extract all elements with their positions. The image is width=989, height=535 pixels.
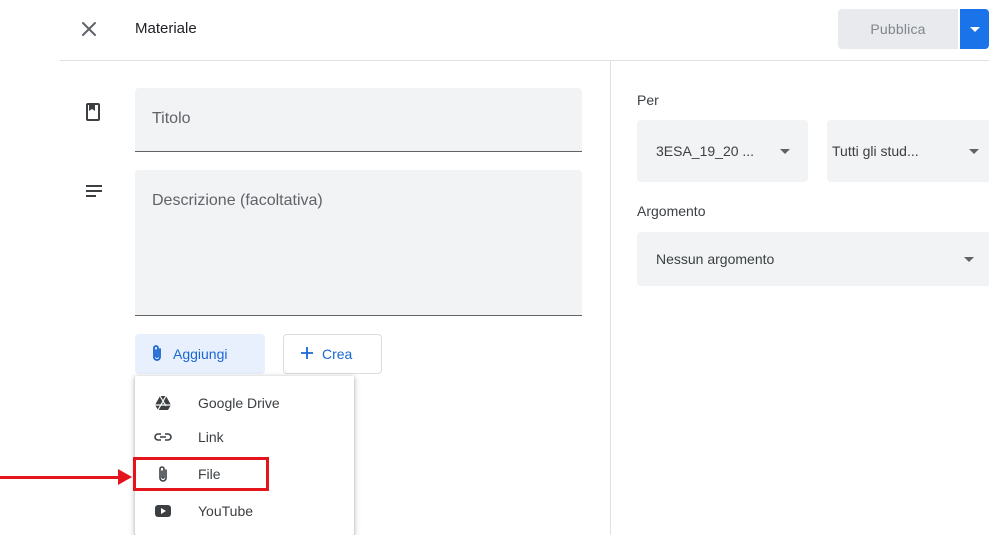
page-title: Materiale — [135, 20, 197, 37]
menu-item-label: Link — [198, 429, 224, 445]
create-label: Crea — [322, 346, 353, 362]
publish-options-button[interactable] — [960, 9, 989, 49]
highlight-annotation — [133, 457, 269, 491]
caret-down-icon — [969, 20, 980, 38]
class-select-value: 3ESA_19_20 ... — [656, 143, 755, 159]
menu-item-google-drive[interactable]: Google Drive — [135, 386, 354, 420]
header-divider — [60, 60, 989, 61]
add-menu: Google Drive Link File YouTube — [135, 376, 354, 535]
publish-button[interactable]: Pubblica — [838, 9, 958, 49]
caret-down-icon — [964, 257, 974, 262]
menu-item-label: Google Drive — [198, 395, 280, 411]
topic-label: Argomento — [637, 203, 706, 219]
topic-select[interactable]: Nessun argomento — [637, 232, 989, 286]
google-drive-icon — [153, 393, 173, 413]
caret-down-icon — [780, 149, 790, 154]
add-attachment-button[interactable]: Aggiungi — [135, 334, 265, 374]
title-input[interactable] — [135, 88, 582, 152]
students-select-value: Tutti gli stud... — [832, 143, 919, 159]
add-label: Aggiungi — [173, 346, 228, 362]
bookmark-icon — [85, 103, 103, 123]
class-select[interactable]: 3ESA_19_20 ... — [637, 120, 808, 182]
paperclip-icon — [151, 344, 163, 365]
students-select[interactable]: Tutti gli stud... — [827, 120, 989, 182]
notes-icon — [84, 183, 104, 199]
plus-icon — [300, 346, 314, 363]
menu-item-label: YouTube — [198, 503, 254, 519]
close-icon[interactable] — [78, 18, 100, 40]
menu-item-link[interactable]: Link — [135, 420, 354, 454]
create-button[interactable]: Crea — [283, 334, 382, 374]
link-icon — [153, 427, 173, 447]
panel-divider — [610, 61, 611, 535]
youtube-icon — [153, 501, 173, 521]
annotation-arrow-head — [118, 469, 132, 485]
annotation-arrow-shaft — [0, 476, 122, 479]
menu-item-youtube[interactable]: YouTube — [135, 494, 354, 528]
for-label: Per — [637, 92, 659, 108]
caret-down-icon — [969, 149, 979, 154]
description-placeholder: Descrizione (facoltativa) — [152, 192, 323, 209]
title-placeholder: Titolo — [152, 110, 191, 127]
topic-select-value: Nessun argomento — [656, 251, 775, 267]
